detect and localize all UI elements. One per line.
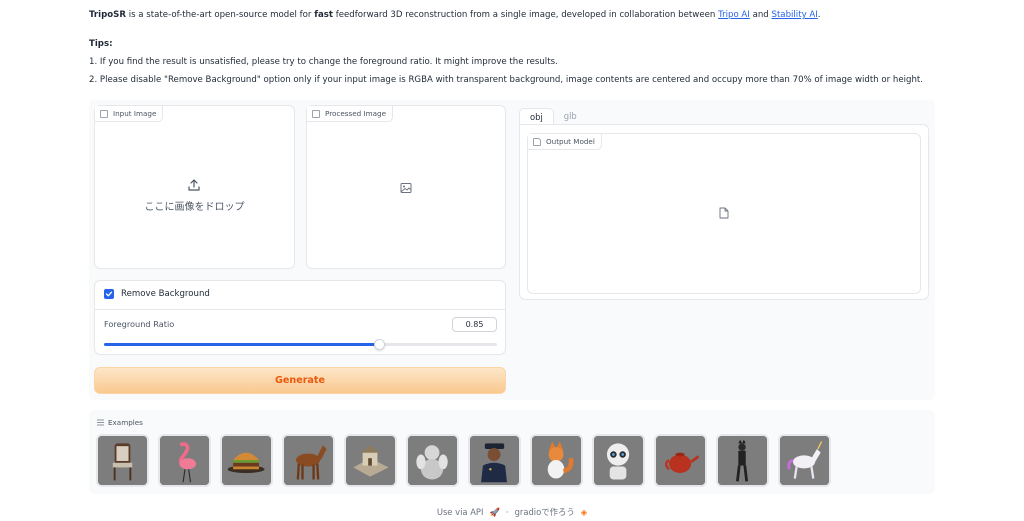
check-icon [105, 291, 113, 297]
use-via-api-link[interactable]: Use via API [437, 507, 484, 517]
file-placeholder-icon [719, 207, 729, 219]
input-image-label: Input Image [95, 106, 164, 122]
input-image-label-text: Input Image [113, 109, 157, 118]
divider [95, 309, 505, 310]
output-model-label: Output Model [528, 134, 602, 150]
remove-background-label: Remove Background [121, 289, 210, 299]
list-icon [97, 419, 104, 426]
example-fox[interactable] [530, 434, 583, 487]
controls-panel: Remove Background Foreground Ratio 0.85 [94, 280, 506, 355]
processed-image-label: Processed Image [307, 106, 394, 122]
slider-fill [104, 343, 380, 346]
tips-title: Tips: [89, 39, 113, 49]
remove-background-checkbox[interactable] [104, 289, 114, 299]
statue-icon [408, 436, 457, 485]
rocket-icon: 🚀 [489, 506, 500, 517]
robot-icon [594, 436, 643, 485]
burger-icon [222, 436, 271, 485]
slider-thumb[interactable] [374, 339, 386, 350]
processed-image-panel: Processed Image [306, 105, 506, 269]
upload-icon [188, 179, 200, 191]
examples-label-text: Examples [108, 418, 143, 427]
output-model-label-text: Output Model [546, 137, 595, 146]
intro-period: . [817, 10, 821, 20]
processed-image-label-text: Processed Image [325, 109, 387, 118]
tripo-ai-link[interactable]: Tripo AI [718, 10, 750, 20]
example-police[interactable] [468, 434, 521, 487]
examples-row [96, 434, 831, 487]
image-placeholder-icon [400, 183, 412, 193]
tip-1: 1. If you find the result is unsatisfied… [89, 57, 558, 67]
intro-paragraph: TripoSR is a state-of-the-art open-sourc… [89, 8, 949, 22]
horse-icon [284, 436, 333, 485]
intro-and: and [749, 10, 772, 20]
catwoman-icon [718, 436, 767, 485]
brand-name: TripoSR [89, 10, 126, 20]
intro-text: is a state-of-the-art open-source model … [125, 10, 315, 20]
footer-separator: · [505, 507, 509, 517]
example-teapot[interactable] [654, 434, 707, 487]
foreground-ratio-slider[interactable] [104, 339, 497, 350]
foreground-ratio-input[interactable]: 0.85 [452, 317, 497, 332]
intro-text-2: feedforward 3D reconstruction from a sin… [332, 10, 719, 20]
fox-icon [532, 436, 581, 485]
generate-button[interactable]: Generate [94, 367, 506, 394]
house-icon [346, 436, 395, 485]
intro-fast: fast [314, 10, 333, 20]
remove-background-row[interactable]: Remove Background [104, 289, 210, 299]
input-image-dropzone[interactable]: Input Image ここに画像をドロップ [94, 105, 295, 269]
image-icon [100, 109, 108, 118]
examples-label: Examples [97, 418, 143, 427]
example-chair[interactable] [96, 434, 149, 487]
chair-icon [98, 436, 147, 485]
example-catwoman[interactable] [716, 434, 769, 487]
example-statue[interactable] [406, 434, 459, 487]
output-tab-body: Output Model [519, 124, 929, 300]
tab-glb[interactable]: glb [554, 108, 587, 124]
example-robot[interactable] [592, 434, 645, 487]
flamingo-icon [160, 436, 209, 485]
stability-ai-link[interactable]: Stability AI [771, 10, 817, 20]
tab-obj[interactable]: obj [519, 108, 554, 124]
example-burger[interactable] [220, 434, 273, 487]
built-with-gradio-link[interactable]: gradioで作ろう [515, 506, 575, 518]
output-tabs: obj glb [519, 108, 587, 124]
example-flamingo[interactable] [158, 434, 211, 487]
unicorn-icon [780, 436, 829, 485]
image-icon [312, 109, 320, 118]
police-icon [470, 436, 519, 485]
file-icon [533, 137, 541, 146]
teapot-icon [656, 436, 705, 485]
gradio-logo-icon: ◈ [580, 507, 588, 517]
drop-text: ここに画像をドロップ [144, 202, 245, 213]
footer: Use via API 🚀 · gradioで作ろう ◈ [0, 506, 1024, 518]
output-model-panel: Output Model [527, 133, 921, 294]
examples-section: Examples [89, 410, 935, 494]
foreground-ratio-label: Foreground Ratio [104, 319, 175, 329]
intro-section: TripoSR is a state-of-the-art open-sourc… [89, 8, 949, 87]
example-horse[interactable] [282, 434, 335, 487]
example-unicorn[interactable] [778, 434, 831, 487]
tip-2: 2. Please disable "Remove Background" op… [89, 75, 924, 85]
example-house[interactable] [344, 434, 397, 487]
